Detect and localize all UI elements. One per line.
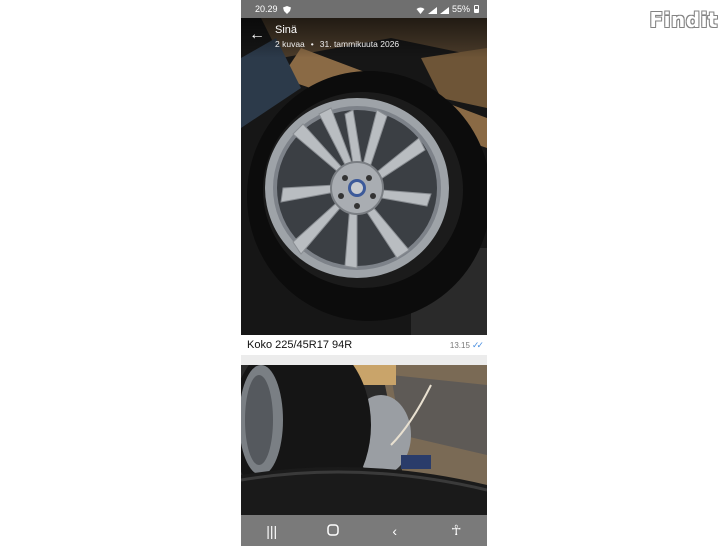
- message-separator: [241, 355, 487, 365]
- recents-icon[interactable]: |||: [257, 523, 287, 539]
- status-time: 20.29: [255, 4, 278, 14]
- message-time: 13.15: [449, 340, 470, 350]
- back-icon[interactable]: ‹: [380, 523, 410, 539]
- system-nav-bar: ||| ‹ ☥: [241, 515, 487, 546]
- signal-icon-2: [439, 6, 449, 14]
- double-check-icon: ✓✓: [471, 339, 484, 350]
- battery-icon: [474, 5, 479, 13]
- wifi-icon: [416, 6, 425, 14]
- photo-meta: 2 kuvaa • 31. tammikuuta 2026: [275, 39, 399, 49]
- message-time-wrap: 13.15 ✓✓: [449, 339, 484, 351]
- wheel-photo[interactable]: [241, 18, 487, 336]
- signal-icon: [427, 6, 437, 14]
- accessibility-icon[interactable]: ☥: [441, 522, 471, 539]
- separator-dot: •: [310, 39, 314, 49]
- message-caption: Koko 225/45R17 94R: [247, 339, 353, 351]
- message-caption-bar: Koko 225/45R17 94R 13.15 ✓✓: [241, 335, 487, 355]
- photo-count: 2 kuvaa: [275, 39, 305, 49]
- tire-photo[interactable]: [241, 365, 487, 515]
- battery-percent: 55%: [451, 4, 470, 14]
- findit-watermark: Findit: [649, 8, 718, 32]
- home-icon[interactable]: [318, 523, 348, 539]
- photo-date: 31. tammikuuta 2026: [319, 39, 400, 49]
- chat-media-header: ← Sinä 2 kuvaa • 31. tammikuuta 2026: [241, 18, 487, 58]
- phone-screen: ← Sinä 2 kuvaa • 31. tammikuuta 2026 20.…: [241, 0, 487, 546]
- sender-name: Sinä: [275, 24, 298, 36]
- back-arrow-icon[interactable]: ←: [249, 27, 265, 43]
- status-bar: 20.29 55%: [241, 0, 487, 18]
- shield-icon: [282, 5, 291, 14]
